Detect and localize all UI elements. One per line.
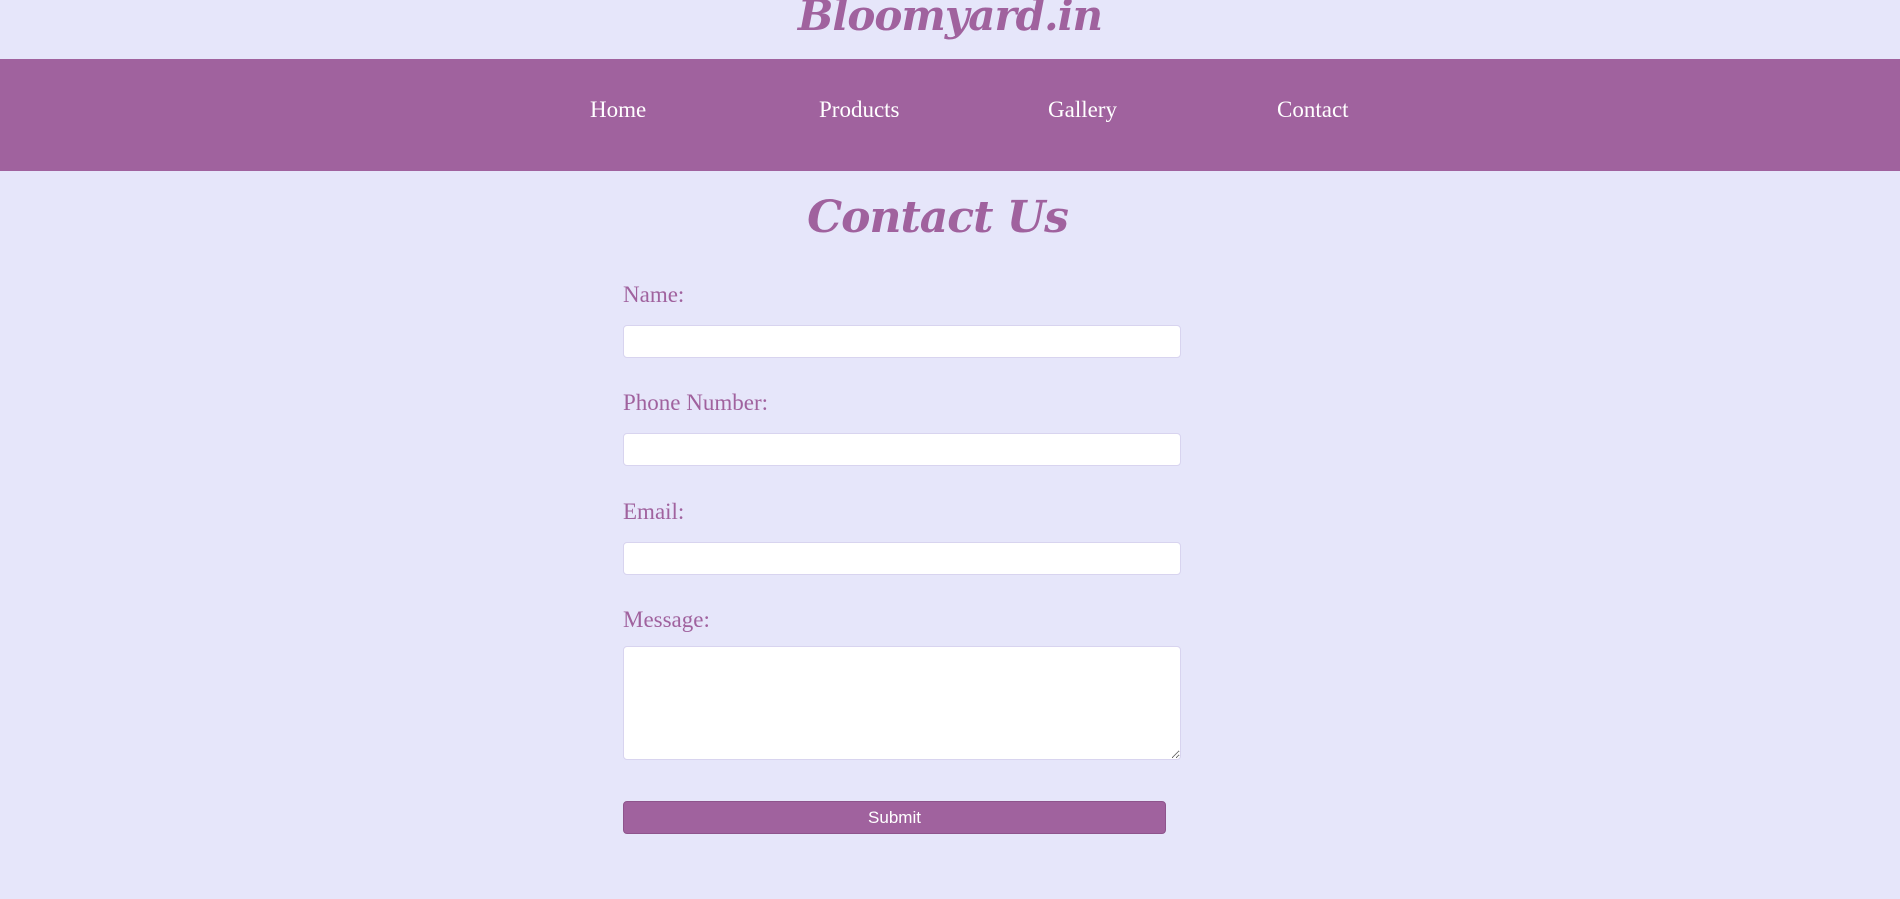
message-textarea[interactable] [623,646,1181,760]
header: Bloomyard.in [0,0,1900,59]
main-navigation: Home Products Gallery Contact [0,59,1900,171]
name-label: Name: [623,282,685,307]
name-input[interactable] [623,325,1181,358]
message-label: Message: [623,607,710,632]
email-input[interactable] [623,542,1181,575]
phone-number-label: Phone Number: [623,390,769,415]
nav-item-home[interactable]: Home [590,95,646,125]
nav-item-products[interactable]: Products [819,95,900,125]
nav-item-contact[interactable]: Contact [1277,95,1349,125]
phone-number-input[interactable] [623,433,1181,466]
submit-button[interactable]: Submit [623,801,1166,834]
nav-item-gallery[interactable]: Gallery [1048,95,1117,125]
page-title: Contact Us [807,192,1069,243]
email-label: Email: [623,499,685,524]
site-logo[interactable]: Bloomyard.in [0,0,1900,46]
